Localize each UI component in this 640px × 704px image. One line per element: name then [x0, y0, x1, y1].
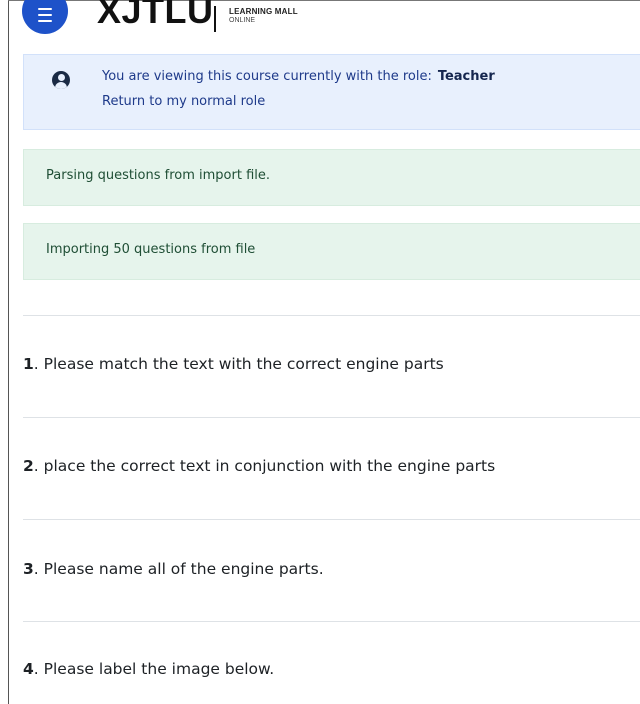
question-1-number: 1: [23, 355, 34, 373]
question-4: 4. Please label the image below.: [23, 660, 275, 678]
notice-parsing-text: Parsing questions from import file.: [46, 168, 271, 183]
question-2-text: place the correct text in conjunction wi…: [43, 457, 496, 475]
question-4-text: Please label the image below.: [43, 660, 275, 678]
notice-importing: Importing 50 questions from file: [23, 223, 640, 280]
question-1: 1. Please match the text with the correc…: [23, 355, 444, 373]
role-name: Teacher: [437, 69, 495, 84]
question-1-text: Please match the text with the correct e…: [43, 355, 444, 373]
question-4-number: 4: [23, 660, 34, 678]
brand-divider: [214, 6, 216, 32]
role-notice: You are viewing this course currently wi…: [23, 54, 640, 130]
menu-icon[interactable]: [22, 0, 68, 34]
brand-subtitle-line2: ONLINE: [229, 17, 256, 24]
brand-logo[interactable]: XJTLU: [97, 0, 214, 29]
site-header: XJTLU LEARNING MALL ONLINE: [0, 0, 640, 44]
user-circle-icon: [52, 71, 70, 89]
question-2-number: 2: [23, 457, 34, 475]
role-notice-message: You are viewing this course currently wi…: [102, 69, 432, 84]
role-notice-text: You are viewing this course currently wi…: [102, 69, 495, 84]
question-divider: [23, 315, 640, 316]
return-normal-role-link[interactable]: Return to my normal role: [102, 94, 265, 109]
brand-subtitle-line1: LEARNING MALL: [229, 7, 298, 16]
question-3-number: 3: [23, 560, 34, 578]
question-divider: [23, 519, 640, 520]
window-left-border: [8, 0, 9, 704]
question-divider: [23, 417, 640, 418]
notice-importing-text: Importing 50 questions from file: [46, 242, 256, 257]
notice-parsing: Parsing questions from import file.: [23, 149, 640, 206]
question-3-text: Please name all of the engine parts.: [43, 560, 324, 578]
question-divider: [23, 621, 640, 622]
question-3: 3. Please name all of the engine parts.: [23, 560, 324, 578]
question-2: 2. place the correct text in conjunction…: [23, 457, 496, 475]
